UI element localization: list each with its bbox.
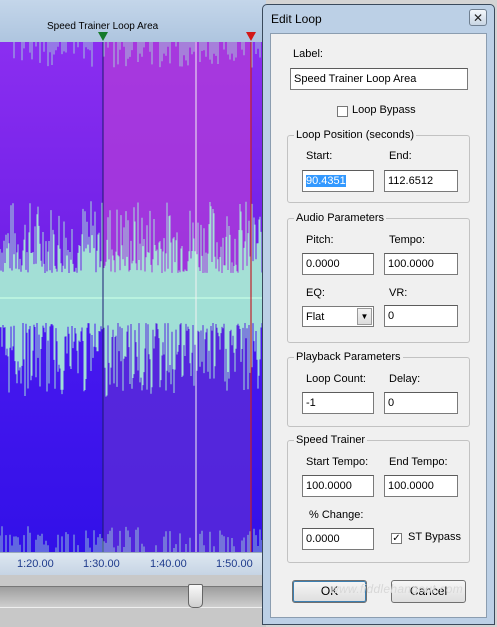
edit-loop-dialog: Edit Loop ✕ Label: Speed Trainer Loop Ar… — [262, 4, 495, 625]
time-ruler[interactable]: 1:20.00 1:30.00 1:40.00 1:50.00 — [0, 552, 266, 575]
loop-count-label: Loop Count: — [306, 373, 366, 385]
loop-area-label: Speed Trainer Loop Area — [47, 21, 159, 32]
eq-label: EQ: — [306, 287, 325, 299]
end-tempo-input[interactable]: 100.0000 — [384, 475, 458, 497]
end-label: End: — [389, 150, 412, 162]
vr-input[interactable]: 0 — [384, 305, 458, 327]
checkmark-icon: ✓ — [392, 533, 401, 544]
close-icon: ✕ — [472, 11, 484, 25]
start-input[interactable]: 90.4351 — [302, 170, 374, 192]
speed-trainer-title: Speed Trainer — [294, 434, 368, 446]
end-tempo-label: End Tempo: — [389, 456, 448, 468]
delay-input[interactable]: 0 — [384, 392, 458, 414]
start-value: 90.4351 — [306, 175, 346, 187]
label-input[interactable]: Speed Trainer Loop Area — [290, 68, 468, 90]
loop-count-input[interactable]: -1 — [302, 392, 374, 414]
percent-change-input[interactable]: 0.0000 — [302, 528, 374, 550]
tempo-label: Tempo: — [389, 234, 426, 246]
horizontal-scroll-area — [0, 575, 266, 627]
audio-parameters-group: Audio Parameters Pitch: Tempo: 0.0000 10… — [287, 212, 470, 343]
dialog-title: Edit Loop — [271, 12, 322, 26]
start-tempo-label: Start Tempo: — [306, 456, 369, 468]
audio-parameters-title: Audio Parameters — [294, 212, 387, 224]
eq-select[interactable]: Flat ▼ — [302, 306, 374, 327]
time-tick-label: 1:50.00 — [216, 558, 253, 570]
loop-position-group: Loop Position (seconds) Start: End: 90.4… — [287, 129, 470, 203]
waveform-editor: Speed Trainer Loop Area 1:20.00 1:30.00 … — [0, 0, 266, 627]
zoom-slider-track[interactable] — [0, 586, 266, 608]
waveform-display[interactable] — [0, 42, 266, 552]
loop-end-marker-icon[interactable] — [246, 32, 256, 41]
pitch-label: Pitch: — [306, 234, 334, 246]
loop-start-marker-icon[interactable] — [98, 32, 108, 41]
vr-label: VR: — [389, 287, 408, 299]
st-bypass-label: ST Bypass — [408, 531, 461, 543]
percent-change-label: % Change: — [309, 509, 364, 521]
time-tick-label: 1:30.00 — [83, 558, 120, 570]
dialog-body: Label: Speed Trainer Loop Area Loop Bypa… — [270, 33, 487, 618]
tempo-input[interactable]: 100.0000 — [384, 253, 458, 275]
speed-trainer-group: Speed Trainer Start Tempo: End Tempo: 10… — [287, 434, 470, 563]
pitch-input[interactable]: 0.0000 — [302, 253, 374, 275]
time-tick-label: 1:40.00 — [150, 558, 187, 570]
end-input[interactable]: 112.6512 — [384, 170, 458, 192]
loop-position-title: Loop Position (seconds) — [294, 129, 417, 141]
chevron-down-icon[interactable]: ▼ — [357, 308, 372, 325]
loop-bypass-checkbox[interactable] — [337, 106, 348, 117]
zoom-slider-thumb[interactable] — [188, 584, 203, 608]
watermark-text: www.fiddlehangout.com — [330, 582, 464, 596]
playback-parameters-title: Playback Parameters — [294, 351, 403, 363]
st-bypass-checkbox[interactable]: ✓ — [391, 533, 402, 544]
loop-ruler[interactable]: Speed Trainer Loop Area — [0, 0, 266, 43]
close-button[interactable]: ✕ — [469, 9, 487, 26]
playback-parameters-group: Playback Parameters Loop Count: Delay: -… — [287, 351, 470, 427]
label-caption: Label: — [293, 48, 323, 60]
start-label: Start: — [306, 150, 333, 162]
dialog-titlebar[interactable]: Edit Loop ✕ — [263, 5, 494, 33]
delay-label: Delay: — [389, 373, 421, 385]
eq-selected-value: Flat — [306, 311, 325, 323]
start-tempo-input[interactable]: 100.0000 — [302, 475, 374, 497]
loop-bypass-label: Loop Bypass — [352, 104, 416, 116]
time-tick-label: 1:20.00 — [17, 558, 54, 570]
